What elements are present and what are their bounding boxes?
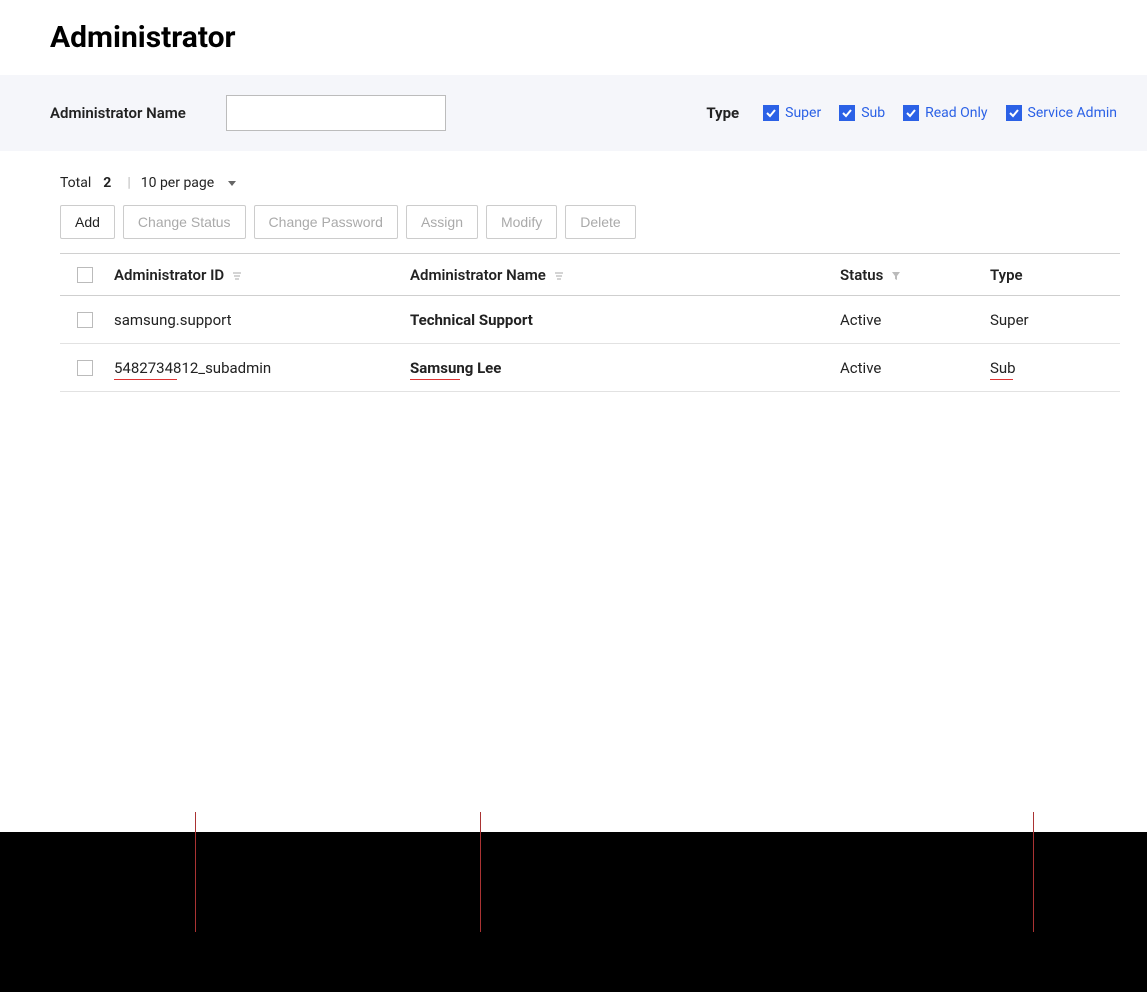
cell-status: Active [840, 359, 990, 377]
col-status[interactable]: Status [840, 266, 990, 284]
check-icon [763, 105, 779, 121]
filter-bar: Administrator Name Type Super Sub Read O… [0, 75, 1147, 151]
modify-button[interactable]: Modify [486, 205, 557, 239]
row-checkbox[interactable] [77, 312, 93, 328]
add-button[interactable]: Add [60, 205, 115, 239]
cell-status: Active [840, 311, 990, 329]
col-status-label: Status [840, 266, 883, 284]
type-sub-checkbox[interactable]: Sub [839, 105, 885, 121]
type-super-checkbox[interactable]: Super [763, 105, 821, 121]
table-row[interactable]: samsung.support Technical Support Active… [60, 296, 1120, 344]
col-id[interactable]: Administrator ID [110, 266, 410, 284]
type-sub-label: Sub [861, 105, 885, 121]
annotated-id: 5482734812_subadmin [114, 359, 271, 377]
divider: | [127, 175, 130, 191]
col-type-label: Type [990, 266, 1023, 284]
admin-name-input[interactable] [226, 95, 446, 131]
callout-line [195, 812, 196, 932]
col-name-label: Administrator Name [410, 266, 546, 284]
callout-line [1033, 812, 1034, 932]
admin-table: Administrator ID Administrator Name Stat… [60, 253, 1120, 392]
filter-icon [891, 271, 901, 281]
col-name[interactable]: Administrator Name [410, 266, 840, 284]
check-icon [1006, 105, 1022, 121]
cell-admin-id: 5482734812_subadmin [110, 359, 410, 377]
callout-line [480, 812, 481, 932]
change-password-button[interactable]: Change Password [254, 205, 398, 239]
type-label: Type [706, 104, 739, 122]
row-checkbox[interactable] [77, 360, 93, 376]
toolbar: Add Change Status Change Password Assign… [0, 205, 1147, 253]
check-icon [839, 105, 855, 121]
meta-row: Total 2 | 10 per page [0, 151, 1147, 205]
sort-icon [554, 271, 564, 281]
admin-name-label: Administrator Name [50, 104, 186, 122]
table-row[interactable]: 5482734812_subadmin Samsung Lee Active S… [60, 344, 1120, 392]
cell-admin-name: Samsung Lee [410, 359, 840, 377]
col-id-label: Administrator ID [114, 266, 224, 284]
annotated-type: Sub [990, 359, 1016, 377]
caret-down-icon [228, 181, 236, 186]
per-page-select[interactable]: 10 per page [141, 175, 236, 191]
cell-type: Super [990, 311, 1100, 329]
col-type[interactable]: Type [990, 266, 1100, 284]
per-page-label: 10 per page [141, 175, 214, 191]
annotated-name: Samsung Lee [410, 359, 501, 377]
type-readonly-checkbox[interactable]: Read Only [903, 105, 987, 121]
page-title: Administrator [0, 20, 1147, 75]
delete-button[interactable]: Delete [565, 205, 635, 239]
cell-admin-id: samsung.support [110, 311, 410, 329]
total-value: 2 [103, 175, 111, 191]
sort-icon [232, 271, 242, 281]
cell-type: Sub [990, 359, 1100, 377]
type-readonly-label: Read Only [925, 105, 987, 121]
total-label: Total [60, 175, 91, 191]
check-icon [903, 105, 919, 121]
type-serviceadmin-checkbox[interactable]: Service Admin [1006, 105, 1117, 121]
table-header-row: Administrator ID Administrator Name Stat… [60, 254, 1120, 296]
type-serviceadmin-label: Service Admin [1028, 105, 1117, 121]
select-all-checkbox[interactable] [77, 267, 93, 283]
change-status-button[interactable]: Change Status [123, 205, 246, 239]
cell-admin-name: Technical Support [410, 311, 840, 329]
black-strip [0, 832, 1147, 992]
assign-button[interactable]: Assign [406, 205, 478, 239]
type-super-label: Super [785, 105, 821, 121]
